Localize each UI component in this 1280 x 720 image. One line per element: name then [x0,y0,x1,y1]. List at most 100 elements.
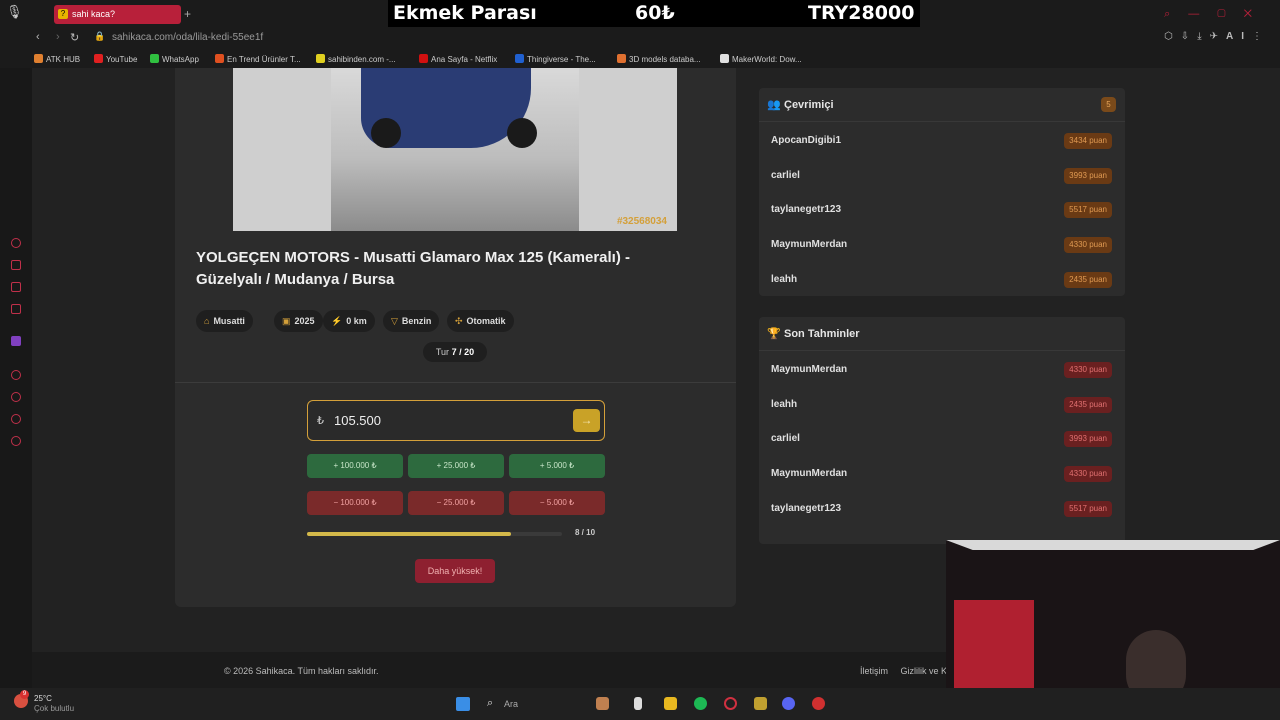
tab-title: sahi kaca? [72,9,116,19]
bookmark-favicon-icon [34,54,43,63]
round-indicator: Tur 7 / 20 [423,342,487,362]
bookmark-item[interactable]: Thingiverse - The... [515,54,596,64]
taskbar-search[interactable]: ⌕ Ara [484,694,614,714]
taskbar-opera-icon[interactable] [724,697,737,710]
sidebar-bag-icon[interactable] [11,260,21,270]
taskbar-discord-icon[interactable] [782,697,795,710]
guess-input-box[interactable]: ₺ 105.500 → [307,400,605,441]
bookmark-label: Thingiverse - The... [527,55,596,64]
footer-copyright: © 2026 Sahikaca. Tüm hakları saklıdır. [224,666,379,676]
recent-header: 🏆 Son Tahminler [759,317,1125,351]
submit-arrow-button[interactable]: → [573,409,600,432]
taskbar-terminal-icon[interactable] [634,697,642,710]
reload-icon[interactable]: ↻ [70,31,79,44]
bookmark-item[interactable]: sahibinden.com -... [316,54,396,64]
bookmark-item[interactable]: En Trend Ürünler T... [215,54,301,64]
browser-logo-icon[interactable]: 🎙 [6,4,23,22]
tag-icon: ⌂ [204,316,210,326]
taskbar: 9 25°C Çok bulutlu ⌕ Ara [0,688,1280,720]
window-controls[interactable]: ⌕—▢✕ [1164,8,1270,21]
user-name: MaymunMerdan [771,468,848,480]
increase-button-0[interactable]: + 100.000 ₺ [307,454,403,478]
decrease-button-2[interactable]: − 5.000 ₺ [509,491,605,515]
recent-row: taylanegetr123 5517 puan [759,492,1125,526]
listing-tag: ▽ Benzin [383,310,440,332]
listing-photo [331,68,579,231]
tag-label: Musatti [213,316,245,326]
taskbar-app-icon[interactable] [596,697,609,710]
sidebar-clock-icon[interactable] [11,392,21,402]
recent-row: MaymunMerdan 4330 puan [759,457,1125,491]
recent-row: MaymunMerdan 4330 puan [759,353,1125,387]
score-badge: 4330 puan [1064,237,1112,254]
game-card: #32568034 YOLGEÇEN MOTORS - Musatti Glam… [175,68,736,607]
decrease-button-0[interactable]: − 100.000 ₺ [307,491,403,515]
back-icon[interactable]: ‹ [36,31,40,43]
footer-privacy-link[interactable]: Gizlilik ve K [901,666,948,676]
user-name: taylanegetr123 [771,502,842,514]
user-name: leahh [771,398,798,410]
bookmark-item[interactable]: 3D models databa... [617,54,701,64]
taskbar-spotify-icon[interactable] [694,697,707,710]
decrease-button-1[interactable]: − 25.000 ₺ [408,491,504,515]
guess-progress-bar [307,532,562,536]
bookmark-favicon-icon [150,54,159,63]
sidebar-cube-icon[interactable] [11,282,21,292]
score-badge: 5517 puan [1064,500,1112,517]
tag-label: 0 km [346,316,367,326]
bookmark-item[interactable]: YouTube [94,54,137,64]
user-name: MaymunMerdan [771,239,848,251]
tag-icon: ▣ [282,316,291,326]
ai-label[interactable]: AI [1226,31,1252,42]
bookmark-item[interactable]: WhatsApp [150,54,199,64]
users-icon: 👥 [767,99,781,111]
online-title: Çevrimiçi [784,99,834,111]
weather-temp: 25°C [34,694,52,703]
increase-button-1[interactable]: + 25.000 ₺ [408,454,504,478]
bookmark-label: En Trend Ürünler T... [227,55,301,64]
score-badge: 3993 puan [1064,431,1112,448]
bookmark-item[interactable]: ATK HUB [34,54,80,64]
sidebar-cloud-icon[interactable] [11,414,21,424]
start-icon[interactable] [456,697,470,711]
guess-input[interactable]: 105.500 [334,413,381,428]
user-name: carliel [771,433,800,445]
bookmark-item[interactable]: Ana Sayfa - Netflix [419,54,497,64]
listing-tag: ⌂ Musatti [196,310,253,332]
taskbar-app2-icon[interactable] [812,697,825,710]
overlay-total: TRY28000 [808,2,915,24]
bookmark-item[interactable]: MakerWorld: Dow... [720,54,802,64]
address-right-tools[interactable]: ⬡⇩⤓✈AI⋮ [1164,31,1270,42]
listing-tag: ✣ Otomatik [447,310,514,332]
currency-icon: ₺ [317,415,324,427]
increase-button-2[interactable]: + 5.000 ₺ [509,454,605,478]
footer-contact-link[interactable]: İletişim [860,666,888,676]
weather-widget[interactable]: 25°C Çok bulutlu [34,694,74,714]
online-row: carliel 3993 puan [759,159,1125,193]
notification-badge: 9 [20,690,29,699]
online-row: leahh 2435 puan [759,263,1125,297]
plus-buttons-row: + 100.000 ₺ + 25.000 ₺ + 5.000 ₺ [307,454,605,478]
taskbar-folder-icon[interactable] [664,697,677,710]
online-header: 👥 Çevrimiçi 5 [759,88,1125,122]
sidebar-twitch-icon[interactable] [11,336,21,346]
taskbar-league-icon[interactable] [754,697,767,710]
url-text[interactable]: sahikaca.com/oda/lila-kedi-55ee1f [112,32,263,43]
new-tab-button[interactable]: + [184,7,191,21]
sidebar-history-icon[interactable] [11,238,21,248]
bookmark-favicon-icon [94,54,103,63]
sidebar-play-icon[interactable] [11,370,21,380]
browser-sidebar [0,68,32,688]
user-name: carliel [771,169,800,181]
sidebar-m-icon[interactable] [11,304,21,314]
bookmark-favicon-icon [617,54,626,63]
browser-tab-active[interactable]: ? sahi kaca? [54,5,181,24]
browser-tab-bar: 🎙 ? sahi kaca? + Ekmek Parası 60₺ TRY280… [0,0,1280,28]
tag-label: 2025 [294,316,315,326]
bookmark-favicon-icon [419,54,428,63]
forward-icon[interactable]: › [56,31,60,43]
sidebar-settings-icon[interactable] [11,436,21,446]
online-count-badge: 5 [1101,97,1116,112]
tag-icon: ⚡ [331,316,343,326]
bookmark-label: ATK HUB [46,55,81,64]
